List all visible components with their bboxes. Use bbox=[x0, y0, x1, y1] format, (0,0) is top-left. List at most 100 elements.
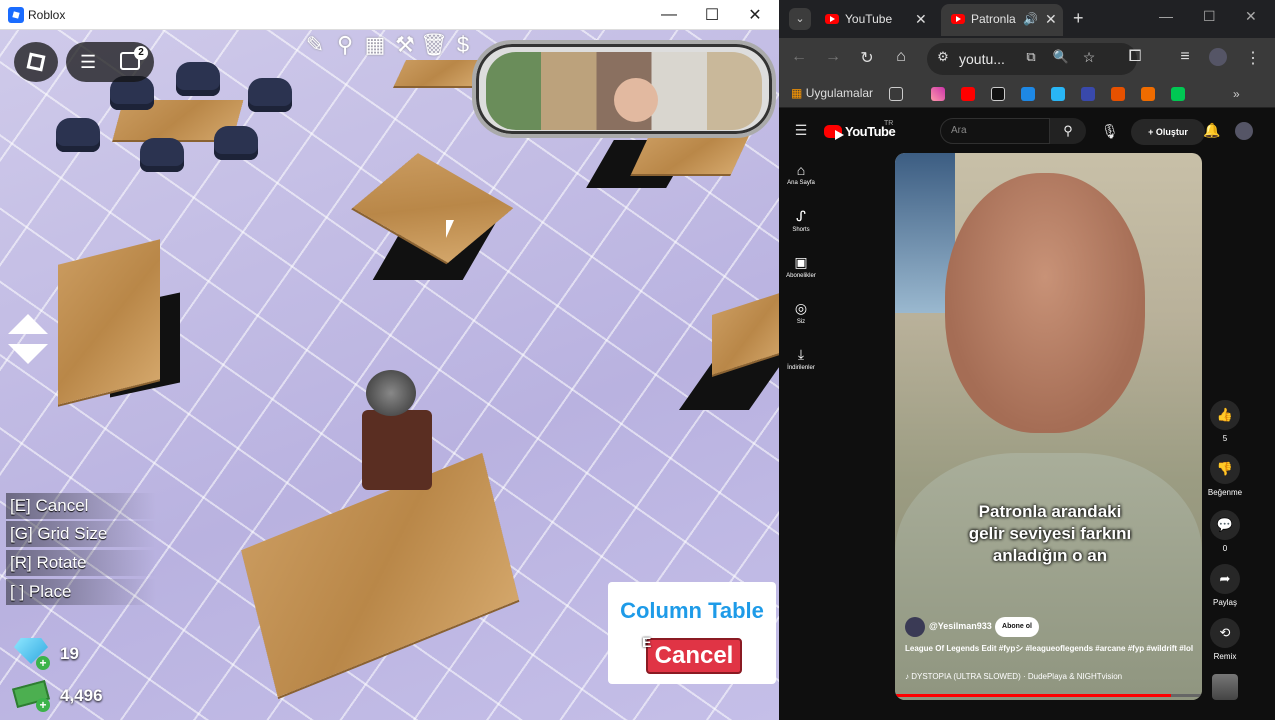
install-app-icon[interactable]: ⧉ bbox=[1021, 49, 1041, 65]
comments-button[interactable]: 💬 0 bbox=[1207, 510, 1243, 553]
table[interactable] bbox=[352, 153, 514, 263]
notifications-icon[interactable]: 🔔 bbox=[1203, 122, 1220, 139]
roblox-window: Roblox — ☐ ✕ ☰ 2 ✎ ⚲ ▦ ⚒ 🗑 $ [E] Cancel … bbox=[0, 0, 779, 720]
address-bar[interactable]: ⚙ youtu... ⧉ 🔍 ☆ bbox=[927, 43, 1137, 75]
arrow-down-icon[interactable] bbox=[8, 344, 48, 364]
music-info[interactable]: ♪ DYSTOPIA (ULTRA SLOWED) · DudePlaya & … bbox=[905, 672, 1195, 681]
placement-panel: Column Table Cancel E bbox=[608, 582, 776, 684]
search-button[interactable]: ⚲ bbox=[1050, 118, 1086, 144]
sidebar-item-home[interactable]: ⌂ Ana Sayfa bbox=[779, 162, 823, 186]
top-bar-controls: ☰ 2 bbox=[66, 42, 154, 82]
channel-name[interactable]: @Yesilman933 bbox=[929, 621, 992, 631]
bookmark-icon[interactable] bbox=[991, 87, 1005, 101]
table[interactable] bbox=[631, 136, 749, 174]
create-button[interactable]: + Oluştur bbox=[1131, 119, 1205, 145]
more-bookmarks-icon[interactable]: » bbox=[1233, 87, 1247, 101]
minimize-button[interactable]: — bbox=[1159, 8, 1173, 24]
channel-avatar[interactable] bbox=[905, 617, 925, 637]
close-tab-icon[interactable]: ✕ bbox=[1045, 4, 1057, 34]
tab-label: YouTube bbox=[845, 12, 893, 26]
maximize-button[interactable]: ☐ bbox=[690, 0, 734, 30]
sidebar-item-subscriptions[interactable]: ▣ Abonelikler bbox=[779, 254, 823, 279]
bookmark-apps[interactable]: ▦ Uygulamalar bbox=[791, 86, 873, 100]
caption-line: gelir seviyesi farkını bbox=[968, 524, 1132, 543]
wrench-icon[interactable]: ⚒ bbox=[392, 32, 418, 58]
remix-button[interactable]: ⟲ Remix bbox=[1207, 618, 1243, 661]
bookmark-star-icon[interactable]: ☆ bbox=[1079, 49, 1099, 66]
close-tab-icon[interactable]: ✕ bbox=[915, 4, 927, 34]
chair bbox=[176, 62, 220, 96]
youtube-bookmark-icon[interactable] bbox=[961, 87, 975, 101]
shorts-video-player[interactable]: Patronla arandaki gelir seviyesi farkını… bbox=[895, 153, 1202, 700]
extensions-icon[interactable]: ⧠ bbox=[1125, 48, 1145, 66]
audio-playing-icon[interactable]: 🔊 bbox=[1023, 4, 1038, 34]
home-icon[interactable]: ⌂ bbox=[891, 48, 911, 66]
grid-bookmark-icon[interactable] bbox=[889, 87, 903, 101]
add-gems-icon[interactable]: + bbox=[36, 656, 50, 670]
sidebar-item-downloads[interactable]: ⤓ İndirilenler bbox=[779, 346, 823, 371]
downloads-icon: ⤓ bbox=[797, 346, 805, 362]
zoom-icon[interactable]: 🔍 bbox=[1051, 49, 1071, 65]
subscribe-button[interactable]: Abone ol bbox=[995, 617, 1039, 637]
placement-item-title: Column Table bbox=[620, 598, 764, 623]
tab-youtube[interactable]: YouTube ✕ bbox=[815, 4, 937, 36]
minimize-button[interactable]: — bbox=[647, 0, 691, 30]
video-progress-bar[interactable] bbox=[895, 694, 1202, 697]
browser-window: ⌄ YouTube ✕ Patronla 🔊 ✕ + — ☐ ✕ ← → ↻ ⌂… bbox=[779, 0, 1275, 720]
like-button[interactable]: 👍 5 bbox=[1207, 400, 1243, 443]
add-cash-icon[interactable]: + bbox=[36, 698, 50, 712]
close-button[interactable]: ✕ bbox=[733, 0, 777, 30]
region-code: TR bbox=[884, 120, 894, 127]
bookmark-icon[interactable] bbox=[1171, 87, 1185, 101]
gem-count: 19 bbox=[60, 644, 79, 663]
comment-icon: 💬 bbox=[1210, 510, 1240, 540]
instagram-bookmark-icon[interactable] bbox=[931, 87, 945, 101]
roblox-menu-button[interactable] bbox=[14, 42, 58, 82]
forward-icon[interactable]: → bbox=[823, 48, 843, 66]
bookmark-icon[interactable] bbox=[1141, 87, 1155, 101]
profile-avatar[interactable] bbox=[1209, 48, 1227, 66]
browser-menu-icon[interactable]: ⋮ bbox=[1243, 48, 1263, 68]
guide-menu-icon[interactable]: ☰ bbox=[791, 122, 811, 139]
youtube-favicon-icon bbox=[825, 14, 839, 24]
trash-icon[interactable]: 🗑 bbox=[420, 32, 448, 58]
sidebar-item-you[interactable]: ◎ Siz bbox=[779, 300, 823, 325]
table[interactable] bbox=[58, 239, 160, 405]
account-avatar[interactable] bbox=[1235, 122, 1253, 140]
site-info-icon[interactable]: ⚙ bbox=[933, 49, 953, 65]
reload-icon[interactable]: ↻ bbox=[857, 48, 877, 68]
bookmark-icon[interactable] bbox=[1021, 87, 1035, 101]
dollar-icon[interactable]: $ bbox=[450, 32, 476, 58]
video-person-face bbox=[945, 173, 1145, 433]
media-control-icon[interactable]: ≡ bbox=[1175, 48, 1195, 66]
bookmark-icon[interactable] bbox=[1111, 87, 1125, 101]
grid-icon[interactable]: ▦ bbox=[362, 32, 388, 58]
chat-unread-badge: 2 bbox=[134, 46, 148, 60]
close-button[interactable]: ✕ bbox=[1245, 8, 1257, 25]
tab-search-button[interactable]: ⌄ bbox=[789, 8, 811, 30]
cancel-key-hint: E bbox=[642, 634, 652, 650]
tab-strip: ⌄ YouTube ✕ Patronla 🔊 ✕ + — ☐ ✕ bbox=[779, 0, 1275, 38]
share-button[interactable]: ➦ Paylaş bbox=[1207, 564, 1243, 607]
microphone-icon[interactable]: 🎙 bbox=[1101, 123, 1119, 140]
tab-patronla[interactable]: Patronla 🔊 ✕ bbox=[941, 4, 1063, 36]
hamburger-menu-icon[interactable]: ☰ bbox=[80, 53, 98, 71]
arrow-up-icon[interactable] bbox=[8, 314, 48, 334]
sidebar-item-shorts[interactable]: ᔑ Shorts bbox=[779, 208, 823, 233]
back-icon[interactable]: ← bbox=[789, 48, 809, 66]
new-tab-button[interactable]: + bbox=[1073, 8, 1084, 29]
search-input[interactable]: Ara bbox=[940, 118, 1050, 144]
dislike-button[interactable]: 👎 Beğenme bbox=[1207, 454, 1243, 497]
eyedropper-icon[interactable]: ⚲ bbox=[332, 32, 358, 58]
paint-brush-icon[interactable]: ✎ bbox=[302, 32, 328, 58]
title-bar: Roblox — ☐ ✕ bbox=[0, 0, 779, 30]
bookmark-icon[interactable] bbox=[1051, 87, 1065, 101]
video-description[interactable]: League Of Legends Edit #fypシ #leagueofle… bbox=[905, 643, 1195, 655]
share-label: Paylaş bbox=[1212, 598, 1237, 607]
youtube-favicon-icon bbox=[951, 14, 965, 24]
sound-thumbnail[interactable] bbox=[1212, 674, 1238, 700]
maximize-button[interactable]: ☐ bbox=[1203, 8, 1216, 25]
bookmark-icon[interactable] bbox=[1081, 87, 1095, 101]
youtube-header: ☰ YouTube TR Ara ⚲ 🎙 + Oluştur 🔔 bbox=[779, 110, 1275, 152]
youtube-logo-icon[interactable] bbox=[824, 125, 844, 140]
